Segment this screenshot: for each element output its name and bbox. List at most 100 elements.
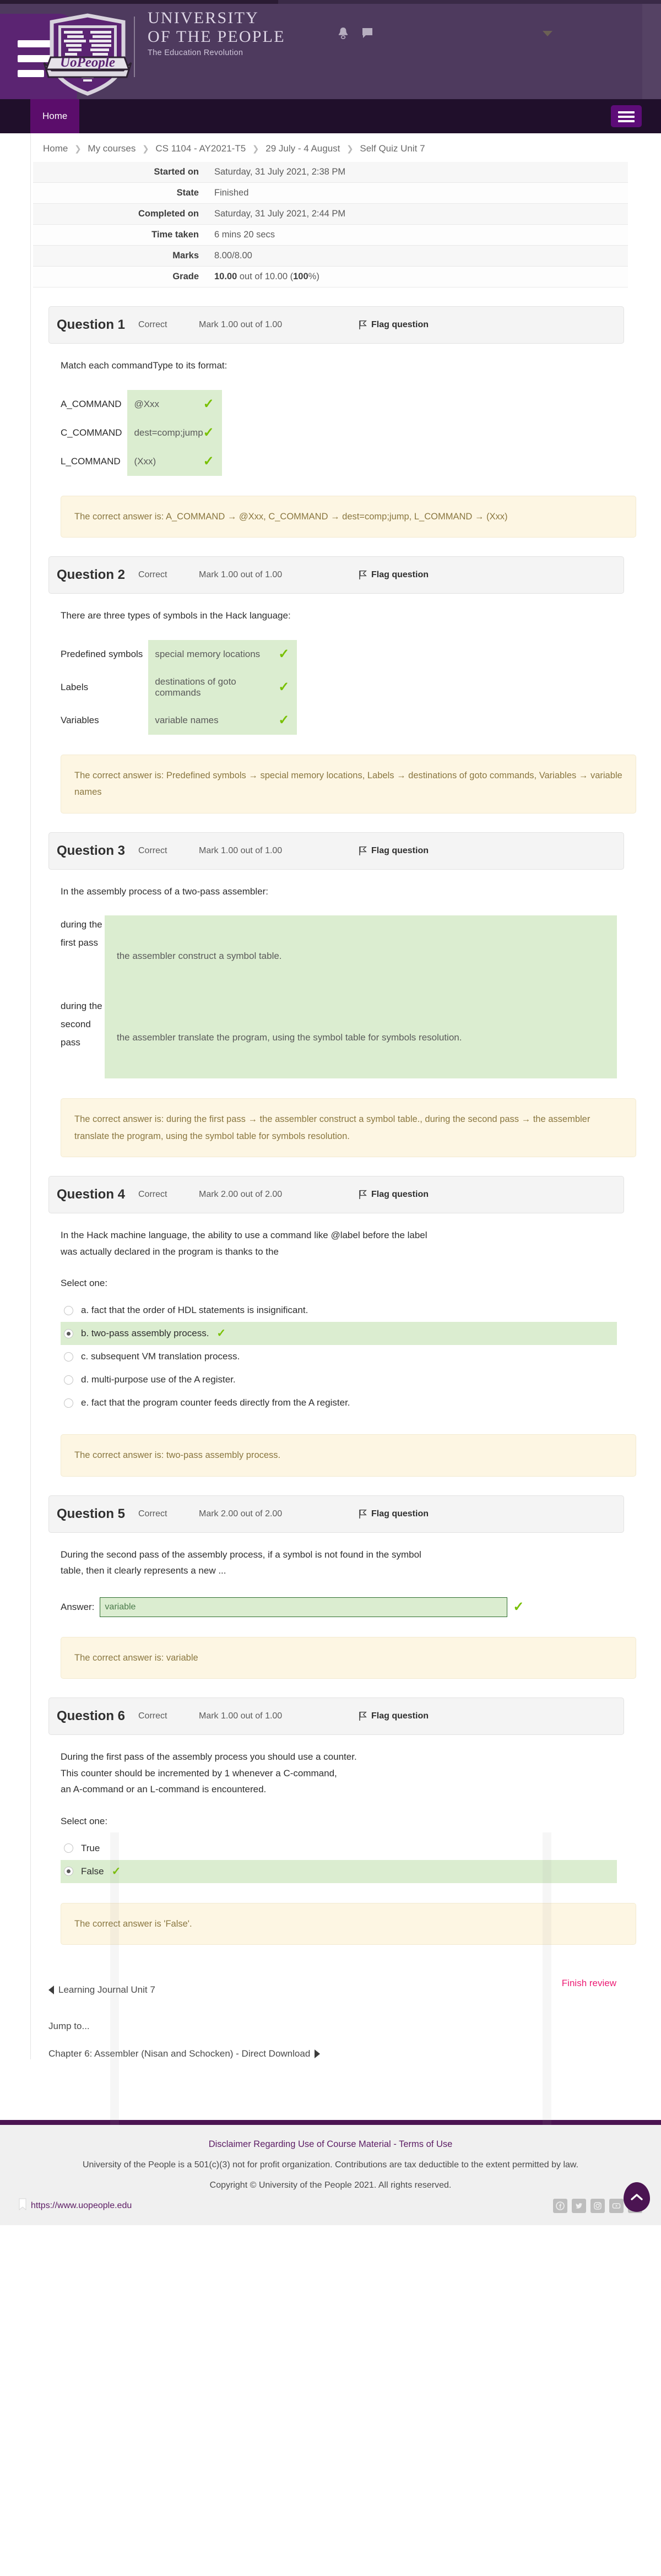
radio-icon-selected[interactable]: [64, 1867, 73, 1877]
match-table-2: Predefined symbols special memory locati…: [61, 639, 297, 735]
match-value-1-0[interactable]: @Xxx ✓: [127, 389, 222, 419]
radio-icon[interactable]: [64, 1398, 73, 1408]
radio-icon-selected[interactable]: [64, 1328, 73, 1338]
flag-icon: [359, 846, 367, 856]
back-to-top-button[interactable]: [624, 2182, 650, 2212]
correct-tick-icon: ✓: [203, 453, 214, 469]
flag-question-2[interactable]: Flag question: [359, 570, 429, 580]
match-key-text: during the first pass: [61, 919, 102, 948]
question-prompt-4-line1: In the Hack machine language, the abilit…: [61, 1230, 427, 1241]
question-state-6: Correct: [138, 1711, 167, 1721]
brand-line-1: UNIVERSITY: [148, 9, 259, 27]
option-6-false[interactable]: False ✓: [61, 1859, 617, 1883]
option-4-a[interactable]: a. fact that the order of HDL statements…: [61, 1299, 617, 1322]
breadcrumb-item-week[interactable]: 29 July - 4 August: [266, 143, 340, 154]
footer-url-link[interactable]: https://www.uopeople.edu: [19, 2198, 132, 2213]
table-row: Grade 10.00 out of 10.00 (100%): [33, 266, 628, 288]
table-row: Completed on Saturday, 31 July 2021, 2:4…: [33, 203, 628, 225]
svg-text:UoPeople: UoPeople: [60, 55, 115, 70]
match-value-2-0[interactable]: special memory locations ✓: [148, 639, 297, 669]
summary-label-completed-on: Completed on: [138, 209, 199, 219]
match-value-text: special memory locations: [155, 648, 261, 659]
question-feedback-5: The correct answer is: variable: [61, 1636, 636, 1679]
radio-icon[interactable]: [64, 1305, 73, 1315]
flag-icon: [359, 1711, 367, 1721]
flag-question-5[interactable]: Flag question: [359, 1509, 429, 1519]
match-value-3-1[interactable]: the assembler translate the program, usi…: [105, 997, 617, 1078]
radio-icon[interactable]: [64, 1352, 73, 1362]
breadcrumb-item-course[interactable]: CS 1104 - AY2021-T5: [155, 143, 246, 154]
question-header-3: Question 3 Correct Mark 1.00 out of 1.00…: [48, 832, 624, 870]
match-value-2-1[interactable]: destinations of goto commands ✓: [148, 668, 297, 706]
answer-value-5: variable: [105, 1602, 136, 1612]
breadcrumb-item-home[interactable]: Home: [43, 143, 68, 154]
question-number-1: Question 1: [57, 317, 126, 332]
flag-question-4[interactable]: Flag question: [359, 1190, 429, 1200]
flag-question-label-5: Flag question: [371, 1509, 429, 1519]
nav-menu-toggle-button[interactable]: [611, 105, 642, 127]
option-4-c[interactable]: c. subsequent VM translation process.: [61, 1345, 617, 1368]
option-label-4-c: c. subsequent VM translation process.: [81, 1351, 240, 1362]
option-4-b[interactable]: b. two-pass assembly process. ✓: [61, 1322, 617, 1346]
nav-item-home[interactable]: Home: [30, 99, 80, 133]
next-activity-link[interactable]: Chapter 6: Assembler (Nisan and Schocken…: [48, 2048, 661, 2059]
jump-to-select[interactable]: Jump to...: [48, 2021, 661, 2032]
question-feedback-3: The correct answer is: during the first …: [61, 1098, 636, 1158]
match-value-text: dest=comp;jump: [134, 427, 203, 438]
brand-line-2: OF THE PEOPLE: [148, 27, 285, 46]
match-value-1-1[interactable]: dest=comp;jump ✓: [127, 418, 222, 447]
breadcrumb-chevron-icon: ❯: [346, 144, 354, 154]
flag-question-1[interactable]: Flag question: [359, 320, 429, 330]
question-state-4: Correct: [138, 1190, 167, 1200]
instagram-icon[interactable]: [590, 2198, 605, 2213]
flag-question-6[interactable]: Flag question: [359, 1711, 429, 1721]
answer-input-5[interactable]: variable: [100, 1597, 508, 1617]
site-header: UoPeople UNIVERSITY OF THE PEOPLE The Ed…: [0, 0, 661, 99]
header-top-strip-left: [0, 0, 278, 4]
finish-review-link[interactable]: Finish review: [562, 1978, 616, 1989]
twitter-icon[interactable]: [572, 2198, 586, 2213]
correct-tick-icon: ✓: [203, 396, 214, 411]
match-value-2-2[interactable]: variable names ✓: [148, 706, 297, 735]
breadcrumb-item-my-courses[interactable]: My courses: [88, 143, 136, 154]
summary-value-state: Finished: [214, 188, 249, 198]
attempt-summary-table: Started on Saturday, 31 July 2021, 2:38 …: [33, 162, 628, 288]
option-4-d[interactable]: d. multi-purpose use of the A register.: [61, 1368, 617, 1391]
terms-of-use-link[interactable]: Terms of Use: [399, 2139, 452, 2149]
table-row: Variables variable names ✓: [61, 706, 297, 735]
match-key-2-1: Labels: [61, 681, 89, 692]
breadcrumb-item-quiz[interactable]: Self Quiz Unit 7: [360, 143, 425, 154]
question-state-3: Correct: [138, 845, 167, 855]
left-edge-rule: [30, 133, 31, 2060]
flag-question-3[interactable]: Flag question: [359, 846, 429, 856]
option-4-e[interactable]: e. fact that the program counter feeds d…: [61, 1391, 617, 1414]
question-number-6: Question 6: [57, 1709, 126, 1724]
hamburger-bar: [618, 120, 635, 122]
message-icon[interactable]: [361, 27, 373, 39]
breadcrumb-chevron-icon: ❯: [74, 144, 82, 154]
table-row: Time taken 6 mins 20 secs: [33, 224, 628, 246]
match-value-text: the assembler translate the program, usi…: [117, 1032, 462, 1043]
correct-tick-icon: ✓: [513, 1599, 524, 1614]
uopeople-crest-logo[interactable]: UoPeople: [35, 10, 140, 98]
facebook-icon[interactable]: [553, 2198, 567, 2213]
chevron-down-icon[interactable]: [543, 31, 552, 36]
question-number-3: Question 3: [57, 843, 126, 858]
match-value-3-0[interactable]: the assembler construct a symbol table.: [105, 915, 617, 997]
disclaimer-link[interactable]: Disclaimer Regarding Use of Course Mater…: [209, 2139, 391, 2149]
match-value-1-2[interactable]: (Xxx) ✓: [127, 447, 222, 476]
option-6-true[interactable]: True: [61, 1837, 617, 1860]
answer-row-5: Answer: variable ✓: [61, 1597, 631, 1617]
flag-icon: [359, 1190, 367, 1200]
flag-icon: [359, 320, 367, 330]
site-footer: Disclaimer Regarding Use of Course Mater…: [0, 2125, 661, 2226]
bell-icon[interactable]: [337, 26, 349, 40]
previous-activity-link[interactable]: Learning Journal Unit 7: [48, 1984, 631, 1995]
youtube-icon[interactable]: [609, 2198, 624, 2213]
brand-divider: [134, 17, 135, 77]
radio-icon[interactable]: [64, 1843, 73, 1853]
table-row: C_COMMAND dest=comp;jump ✓: [61, 418, 222, 447]
footer-bottom-row: https://www.uopeople.edu: [0, 2198, 661, 2213]
radio-icon[interactable]: [64, 1375, 73, 1385]
page-content: Home ❯ My courses ❯ CS 1104 - AY2021-T5 …: [0, 133, 661, 2060]
